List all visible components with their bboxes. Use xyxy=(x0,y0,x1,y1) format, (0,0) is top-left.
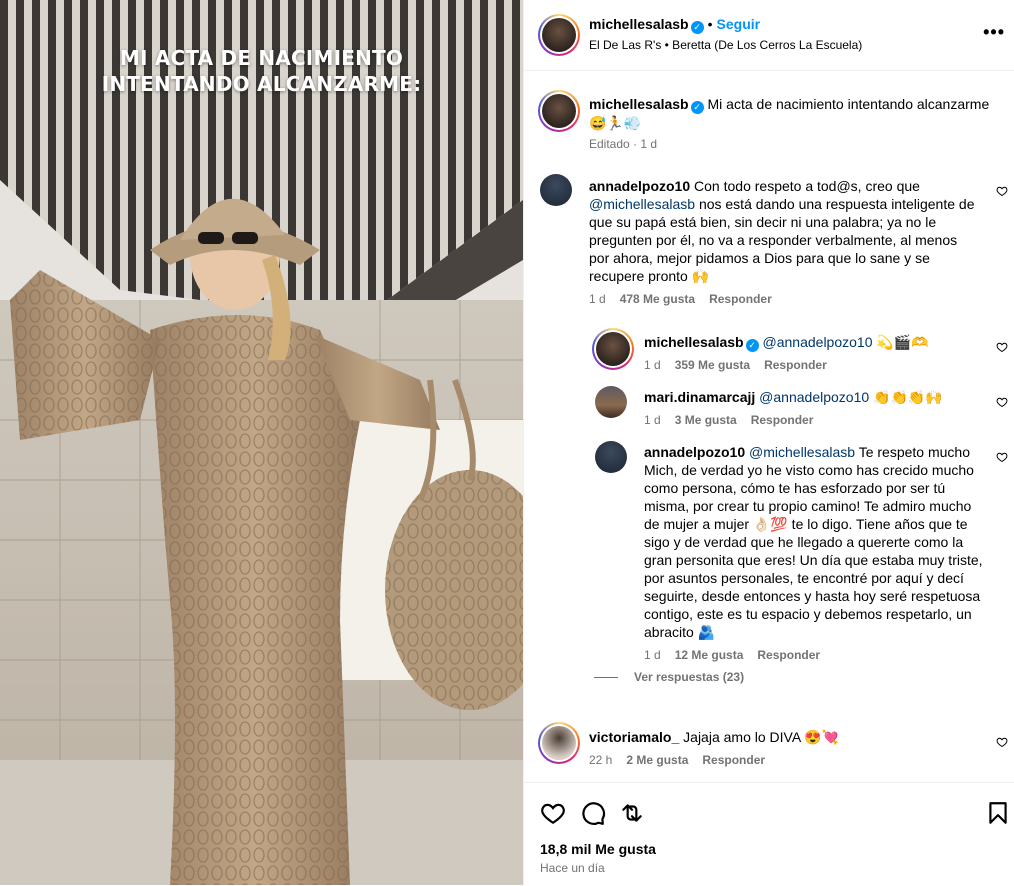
like-reply-heart-icon[interactable] xyxy=(996,341,1008,353)
reply-like-count[interactable]: 359 Me gusta xyxy=(675,358,750,372)
comment-avatar[interactable] xyxy=(538,722,580,764)
caption-meta: Editado · 1 d xyxy=(589,137,658,151)
comment-meta: 1 d 478 Me gusta Responder xyxy=(589,292,772,306)
post-photo xyxy=(0,0,523,885)
comment-mention[interactable]: @michellesalasb xyxy=(589,196,695,212)
reply-body: 👏👏👏🙌 xyxy=(873,389,943,405)
media-overlay-text: MI ACTA DE NACIMIENTO INTENTANDO ALCANZA… xyxy=(0,45,523,97)
edited-label: Editado xyxy=(589,137,630,151)
reply-mention[interactable]: @michellesalasb xyxy=(749,444,855,460)
view-replies-label: Ver respuestas (23) xyxy=(634,670,745,684)
post-actions-bar: 18,8 mil Me gusta Hace un día xyxy=(524,782,1014,886)
comment-meta: 22 h 2 Me gusta Responder xyxy=(589,753,765,767)
caption-time[interactable]: 1 d xyxy=(640,137,657,151)
reply-mention[interactable]: @annadelpozo10 xyxy=(763,334,873,350)
comment-body: Jajaja amo lo DIVA 😍💘 xyxy=(683,729,840,745)
verified-badge-icon: ✓ xyxy=(745,339,759,352)
reply-username[interactable]: mari.dinamarcajj xyxy=(644,389,755,405)
reply-username[interactable]: annadelpozo10 xyxy=(644,444,745,460)
comment-username[interactable]: annadelpozo10 xyxy=(589,178,690,194)
comment-text: victoriamalo_ Jajaja amo lo DIVA 😍💘 xyxy=(589,728,979,746)
reply-meta: 1 d 359 Me gusta Responder xyxy=(644,358,827,372)
like-comment-heart-icon[interactable] xyxy=(996,736,1008,748)
reply-username[interactable]: michellesalasb xyxy=(644,334,744,350)
reply-time[interactable]: 1 d xyxy=(644,648,661,662)
save-bookmark-icon[interactable] xyxy=(985,800,1011,826)
reply-button[interactable]: Responder xyxy=(751,413,814,427)
reply-avatar[interactable] xyxy=(595,441,627,473)
separator-dot: • xyxy=(707,16,713,32)
post-side-panel: michellesalasb ✓ • Seguir El De Las R's • B… xyxy=(523,0,1014,885)
like-reply-heart-icon[interactable] xyxy=(996,396,1008,408)
like-heart-icon[interactable] xyxy=(540,800,566,826)
reply-text: mari.dinamarcajj @annadelpozo10 👏👏👏🙌 xyxy=(644,388,984,406)
verified-badge-icon: ✓ xyxy=(690,101,704,114)
caption-avatar[interactable] xyxy=(538,90,580,132)
reply-body: 💫🎬🫶 xyxy=(876,334,929,350)
reply-body: Te respeto mucho Mich, de verdad yo he v… xyxy=(644,444,983,640)
caption-username[interactable]: michellesalasb xyxy=(589,96,689,112)
overlay-line-2: INTENTANDO ALCANZARME: xyxy=(101,72,422,96)
caption-body: Mi acta de nacimiento intentando alcanza… xyxy=(707,96,990,112)
reply-avatar[interactable] xyxy=(595,386,627,418)
reply-time[interactable]: 1 d xyxy=(644,413,661,427)
comment-text: annadelpozo10 Con todo respeto a tod@s, … xyxy=(589,177,979,285)
like-count[interactable]: 18,8 mil Me gusta xyxy=(540,841,656,857)
comment-username[interactable]: victoriamalo_ xyxy=(589,729,679,745)
comment-avatar[interactable] xyxy=(540,174,572,206)
repost-icon[interactable] xyxy=(619,800,645,826)
caption-text: michellesalasb ✓ Mi acta de nacimiento in… xyxy=(589,95,1009,132)
reply-text: michellesalasb ✓ @annadelpozo10 💫🎬🫶 xyxy=(644,333,984,352)
view-replies-button[interactable]: Ver respuestas (23) xyxy=(594,670,744,684)
reply-like-count[interactable]: 3 Me gusta xyxy=(675,413,737,427)
reply-meta: 1 d 12 Me gusta Responder xyxy=(644,648,820,662)
audio-subtitle[interactable]: El De Las R's • Beretta (De Los Cerros L… xyxy=(589,38,862,52)
comment-bubble-icon[interactable] xyxy=(580,800,606,826)
author-avatar[interactable] xyxy=(538,14,580,56)
comment-time[interactable]: 22 h xyxy=(589,753,612,767)
reply-time[interactable]: 1 d xyxy=(644,358,661,372)
header-title-row: michellesalasb ✓ • Seguir xyxy=(589,16,760,34)
follow-button[interactable]: Seguir xyxy=(717,16,761,32)
reply-button[interactable]: Responder xyxy=(709,292,772,306)
more-options-icon[interactable]: ••• xyxy=(983,22,1005,43)
reply-button[interactable]: Responder xyxy=(702,753,765,767)
post-time-ago[interactable]: Hace un día xyxy=(540,861,605,875)
author-username[interactable]: michellesalasb xyxy=(589,16,689,32)
comment-like-count[interactable]: 2 Me gusta xyxy=(626,753,688,767)
comment-body: Con todo respeto a tod@s, creo que xyxy=(694,178,920,194)
like-comment-heart-icon[interactable] xyxy=(996,185,1008,197)
comment-like-count[interactable]: 478 Me gusta xyxy=(620,292,695,306)
reply-meta: 1 d 3 Me gusta Responder xyxy=(644,413,813,427)
reply-text: annadelpozo10 @michellesalasb Te respeto… xyxy=(644,443,984,641)
view-replies-line xyxy=(594,677,618,679)
caption-emojis: 😅🏃💨 xyxy=(589,115,642,131)
overlay-line-1: MI ACTA DE NACIMIENTO xyxy=(119,46,404,70)
reply-mention[interactable]: @annadelpozo10 xyxy=(759,389,869,405)
comment-time[interactable]: 1 d xyxy=(589,292,606,306)
post-header: michellesalasb ✓ • Seguir El De Las R's • B… xyxy=(524,0,1014,71)
reply-button[interactable]: Responder xyxy=(757,648,820,662)
verified-badge-icon: ✓ xyxy=(690,21,704,34)
like-reply-heart-icon[interactable] xyxy=(996,451,1008,463)
reply-button[interactable]: Responder xyxy=(764,358,827,372)
reply-like-count[interactable]: 12 Me gusta xyxy=(675,648,744,662)
reply-avatar[interactable] xyxy=(592,328,634,370)
post-media[interactable]: MI ACTA DE NACIMIENTO INTENTANDO ALCANZA… xyxy=(0,0,523,885)
